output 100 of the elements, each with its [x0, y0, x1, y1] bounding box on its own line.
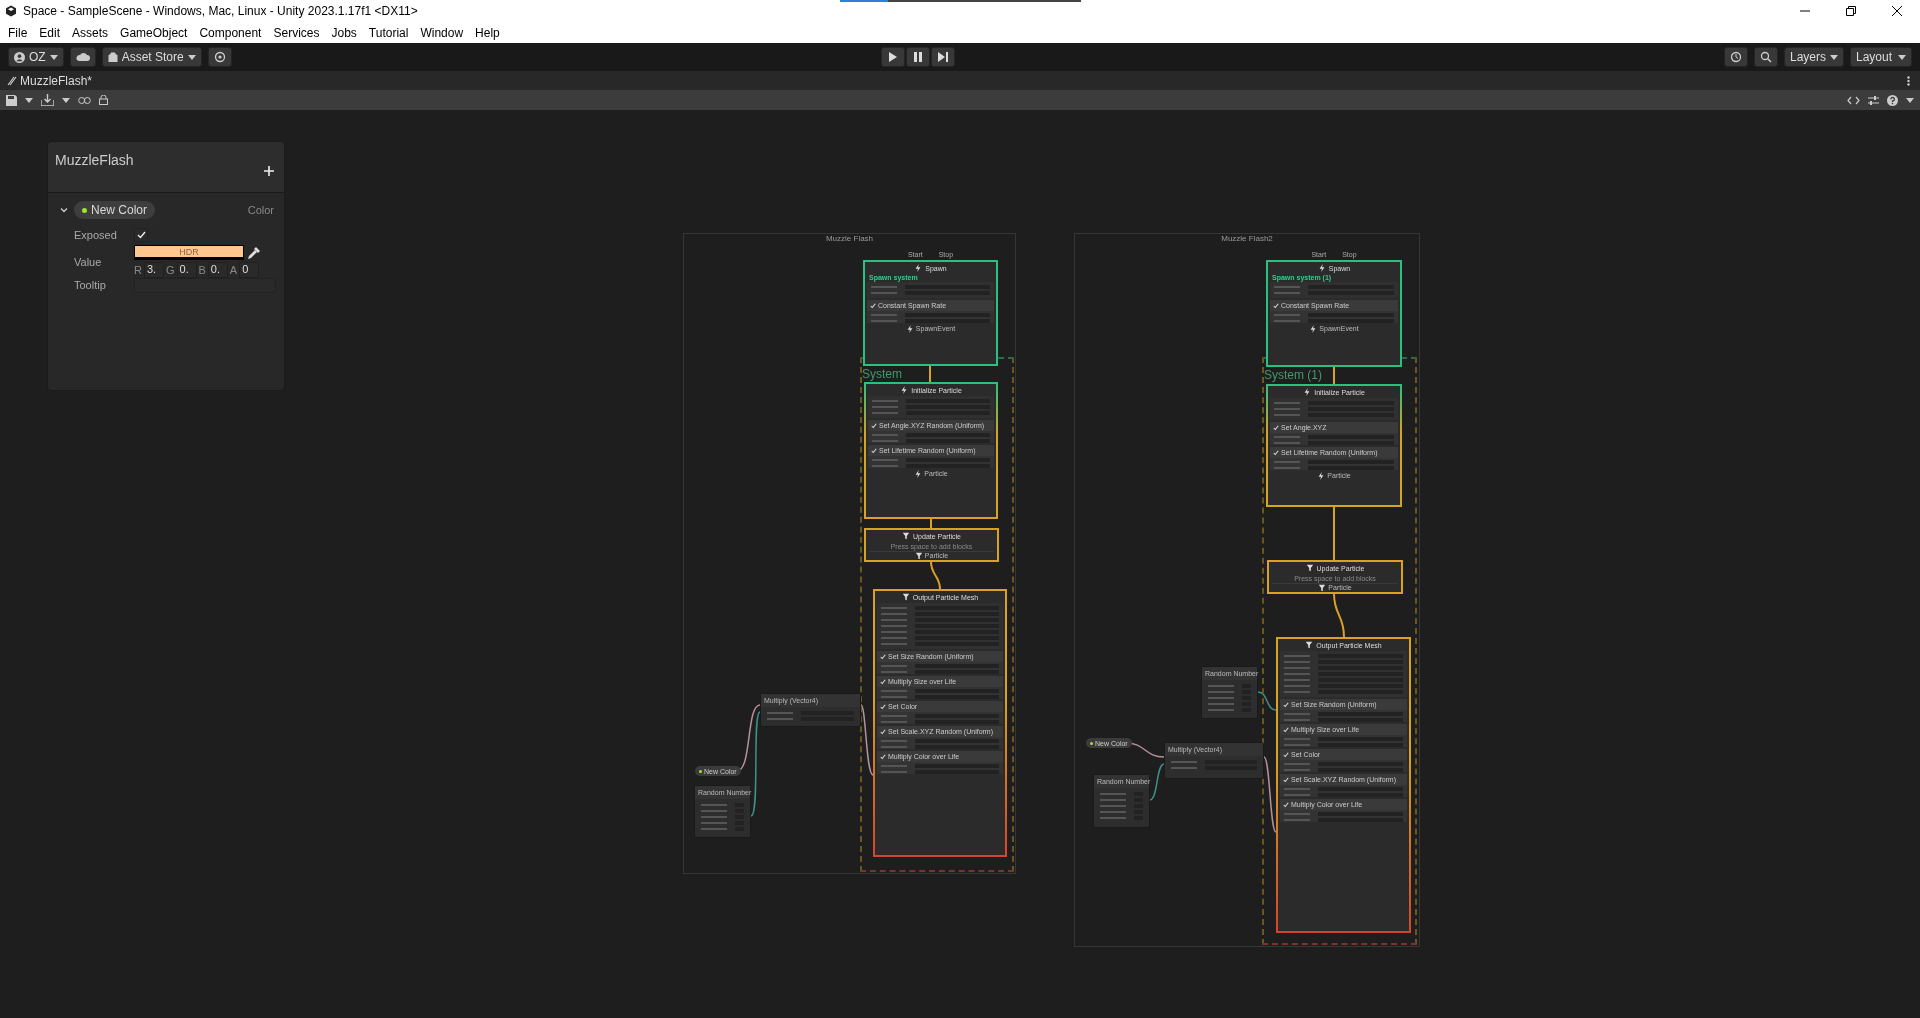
- flow-edge: [930, 561, 941, 590]
- lightning-icon: [905, 325, 914, 333]
- history-button[interactable]: [1724, 47, 1748, 67]
- caret-icon: [49, 54, 58, 60]
- step-button[interactable]: [930, 47, 955, 67]
- target-icon: [213, 51, 226, 63]
- menu-item[interactable]: Tutorial: [362, 25, 415, 40]
- lightning-icon: [914, 470, 923, 478]
- checkbox-icon[interactable]: [880, 703, 886, 710]
- parameter-row: [1100, 816, 1143, 820]
- sliders-icon[interactable]: [1868, 94, 1879, 106]
- cloud-button[interactable]: [69, 47, 96, 67]
- window-title: Space - SampleScene - Windows, Mac, Linux - Unity 2023.1.17f1 <DX11>: [23, 4, 418, 18]
- data-edge: [1149, 763, 1165, 801]
- save-icon[interactable]: [6, 94, 17, 106]
- parameter-row: [1208, 684, 1251, 688]
- more-icon[interactable]: [1907, 75, 1910, 86]
- menu-item[interactable]: Component: [193, 25, 268, 40]
- channel-field[interactable]: 0.: [207, 262, 228, 278]
- checkbox-icon[interactable]: [880, 753, 886, 760]
- menu-item[interactable]: Assets: [66, 25, 115, 40]
- funnel-icon: [914, 552, 923, 560]
- parameter-row: [701, 803, 744, 807]
- menu-item[interactable]: Jobs: [325, 25, 363, 40]
- checkbox-icon[interactable]: [870, 302, 876, 309]
- dot-icon: [1090, 741, 1093, 745]
- menu-item[interactable]: File: [2, 25, 34, 40]
- system-title: Muzzle Flash: [825, 234, 874, 243]
- property-pill[interactable]: New Color: [74, 201, 155, 219]
- color-swatch[interactable]: HDR: [134, 245, 244, 260]
- channel-field[interactable]: 3.: [143, 262, 164, 278]
- add-icon[interactable]: [264, 166, 274, 176]
- parameter-row: [1100, 798, 1143, 802]
- dropdown-caret-icon: [25, 97, 33, 103]
- help-icon[interactable]: [1887, 94, 1898, 106]
- checkbox-icon[interactable]: [880, 728, 886, 735]
- checkbox-icon[interactable]: [1283, 701, 1289, 708]
- play-icon: [888, 52, 897, 62]
- editor-tab[interactable]: MuzzleFlash*: [7, 73, 93, 88]
- checkbox-icon[interactable]: [1283, 801, 1289, 808]
- layout-dropdown[interactable]: Layout: [1850, 47, 1912, 67]
- pause-button[interactable]: [905, 47, 930, 67]
- cube-logo-icon: [5, 5, 17, 17]
- checkbox-icon[interactable]: [1273, 424, 1279, 431]
- play-button[interactable]: [880, 47, 905, 67]
- dropdown-caret-icon: [1906, 97, 1914, 103]
- lock-icon[interactable]: [99, 95, 108, 105]
- checkbox-icon[interactable]: [871, 422, 877, 429]
- data-edge: [860, 704, 874, 776]
- checkbox-icon[interactable]: [871, 447, 877, 454]
- parameter-row: [1208, 702, 1251, 706]
- checkbox-icon[interactable]: [880, 678, 886, 685]
- lightning-icon: [914, 264, 923, 272]
- parameter-row: [701, 821, 744, 825]
- close-icon: [1892, 6, 1902, 16]
- user-icon: [14, 51, 25, 63]
- flow-edge: [1333, 593, 1345, 638]
- menu-item[interactable]: Window: [414, 25, 470, 40]
- field-label: Tooltip: [74, 279, 107, 291]
- pause-icon: [913, 52, 922, 62]
- channel-label: A: [229, 264, 238, 276]
- chevron-icon[interactable]: [60, 206, 68, 214]
- checkbox-icon[interactable]: [1283, 726, 1289, 733]
- menu-item[interactable]: GameObject: [114, 25, 194, 40]
- channel-field[interactable]: 0.: [176, 262, 197, 278]
- save-as-icon[interactable]: [41, 94, 54, 106]
- data-edge: [1257, 691, 1277, 711]
- menu-item[interactable]: Services: [267, 25, 326, 40]
- search-button[interactable]: [1754, 47, 1778, 67]
- checkbox-icon[interactable]: [1283, 751, 1289, 758]
- lightning-icon: [900, 386, 909, 394]
- property-type: Color: [247, 204, 274, 216]
- exposed-checkbox[interactable]: [134, 228, 148, 242]
- code-icon[interactable]: [1847, 95, 1860, 105]
- asset-store-dropdown[interactable]: Asset Store: [101, 47, 202, 67]
- funnel-icon: [1305, 641, 1314, 649]
- checkbox-icon[interactable]: [1273, 302, 1279, 309]
- lightning-icon: [1309, 325, 1318, 333]
- dropdown-caret-icon: [62, 97, 70, 103]
- cloud-icon: [75, 52, 90, 62]
- restore-icon: [1846, 6, 1856, 16]
- system-title: Muzzle Flash2: [1221, 234, 1273, 243]
- checkbox-icon[interactable]: [880, 653, 886, 660]
- checkbox-icon[interactable]: [1273, 449, 1279, 456]
- channel-field[interactable]: 0: [239, 262, 260, 278]
- menu-item[interactable]: Help: [469, 25, 506, 40]
- funnel-icon: [901, 593, 910, 601]
- flow-edge: [1333, 506, 1335, 561]
- layers-dropdown[interactable]: Layers: [1784, 47, 1844, 67]
- dot-icon: [82, 207, 87, 213]
- account-dropdown[interactable]: OZ: [8, 47, 64, 67]
- menu-item[interactable]: Edit: [33, 25, 67, 40]
- eyedropper-icon[interactable]: [247, 245, 261, 260]
- checkbox-icon[interactable]: [1283, 776, 1289, 783]
- dot-icon: [699, 769, 702, 773]
- caret-icon: [1830, 54, 1838, 60]
- collab-button[interactable]: [207, 47, 232, 67]
- parameter-row: [1208, 708, 1251, 712]
- lightning-icon: [1317, 472, 1326, 480]
- link-icon[interactable]: [78, 95, 91, 105]
